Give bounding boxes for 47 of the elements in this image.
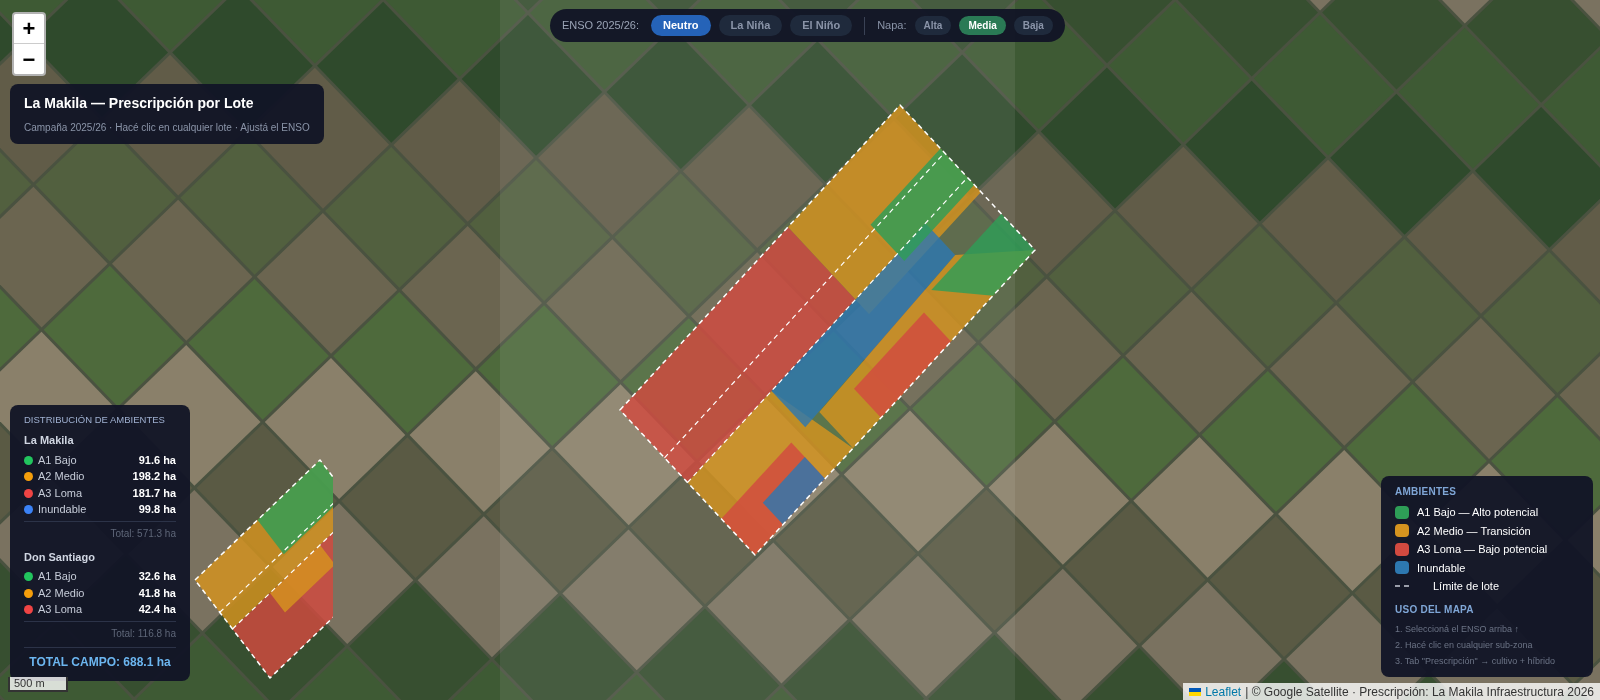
panel-heading: AMBIENTES — [1395, 485, 1458, 499]
zone-area: 91.6 ha — [138, 451, 176, 469]
legend-label: A2 Medio — Transición — [1417, 523, 1531, 539]
scale-bar: 500 m — [8, 677, 68, 692]
zone-label: Inundable — [38, 502, 88, 518]
enso-option[interactable]: El Niño — [790, 15, 853, 36]
dashed-line-icon — [1395, 584, 1411, 589]
field-zones-drawing[interactable] — [193, 458, 333, 680]
usage-step: 3. Tab "Prescripción" → cultivo + híbrido — [1395, 652, 1579, 669]
zone-label: A2 Medio — [38, 585, 86, 601]
attribution-text: | © Google Satellite · Prescripción: La Makila Infraestructura 2026 — [1245, 683, 1594, 700]
grand-total: TOTAL CAMPO: 688.1 ha — [29, 653, 171, 671]
panel-subtitle: Campaña 2025/26 · Hacé clic en cualquier lote · Ajustá el ENSO — [24, 121, 310, 135]
enso-option[interactable]: Neutro — [651, 15, 711, 36]
enso-label: ENSO 2025/26: — [562, 18, 640, 34]
flag-icon — [1189, 687, 1202, 696]
legend-label: Inundable — [1417, 560, 1466, 576]
usage-step: 2. Hacé clic en cualquier sub-zona — [1395, 636, 1579, 653]
napa-option[interactable]: Baja — [1013, 16, 1053, 35]
zone-area: 41.8 ha — [138, 584, 176, 602]
zone-label: A2 Medio — [38, 469, 86, 485]
zone-label: A3 Loma — [38, 485, 84, 501]
napa-option[interactable]: Alta — [914, 16, 952, 35]
zone-label: A1 Bajo — [38, 452, 78, 468]
napa-option[interactable]: Media — [959, 16, 1006, 35]
zone-area: 99.8 ha — [138, 501, 176, 518]
zone-area: 181.7 ha — [132, 484, 176, 502]
zone-area: 42.4 ha — [138, 601, 176, 618]
enso-option[interactable]: La Niña — [718, 15, 783, 36]
panel-heading: DISTRIBUCIÓN DE AMBIENTES — [24, 413, 166, 427]
legend-label: Límite de lote — [1433, 579, 1500, 594]
usage-step: 1. Seleccioná el ENSO arriba ↑ — [1395, 620, 1579, 637]
zone-area: 198.2 ha — [132, 468, 176, 485]
panel-title: La Makila — Prescripción por Lote — [24, 94, 255, 113]
legend-label: A3 Loma — Bajo potencial — [1417, 542, 1548, 557]
leaflet-link[interactable]: Leaflet — [1205, 682, 1242, 700]
farm-total: Total: 116.8 ha — [111, 626, 176, 641]
farm-name: Don Santiago — [24, 549, 96, 565]
zone-label: A1 Bajo — [38, 569, 78, 585]
legend-label: A1 Bajo — Alto potencial — [1417, 505, 1539, 520]
zoom-in-button[interactable]: + — [14, 14, 44, 44]
farm-name: La Makila — [24, 433, 75, 449]
zone-area: 32.6 ha — [138, 568, 176, 585]
napa-label: Napa: — [877, 18, 907, 34]
farm-total: Total: 571.3 ha — [110, 526, 176, 541]
zone-label: A3 Loma — [38, 602, 84, 618]
panel-heading: USO DEL MAPA — [1395, 602, 1475, 617]
